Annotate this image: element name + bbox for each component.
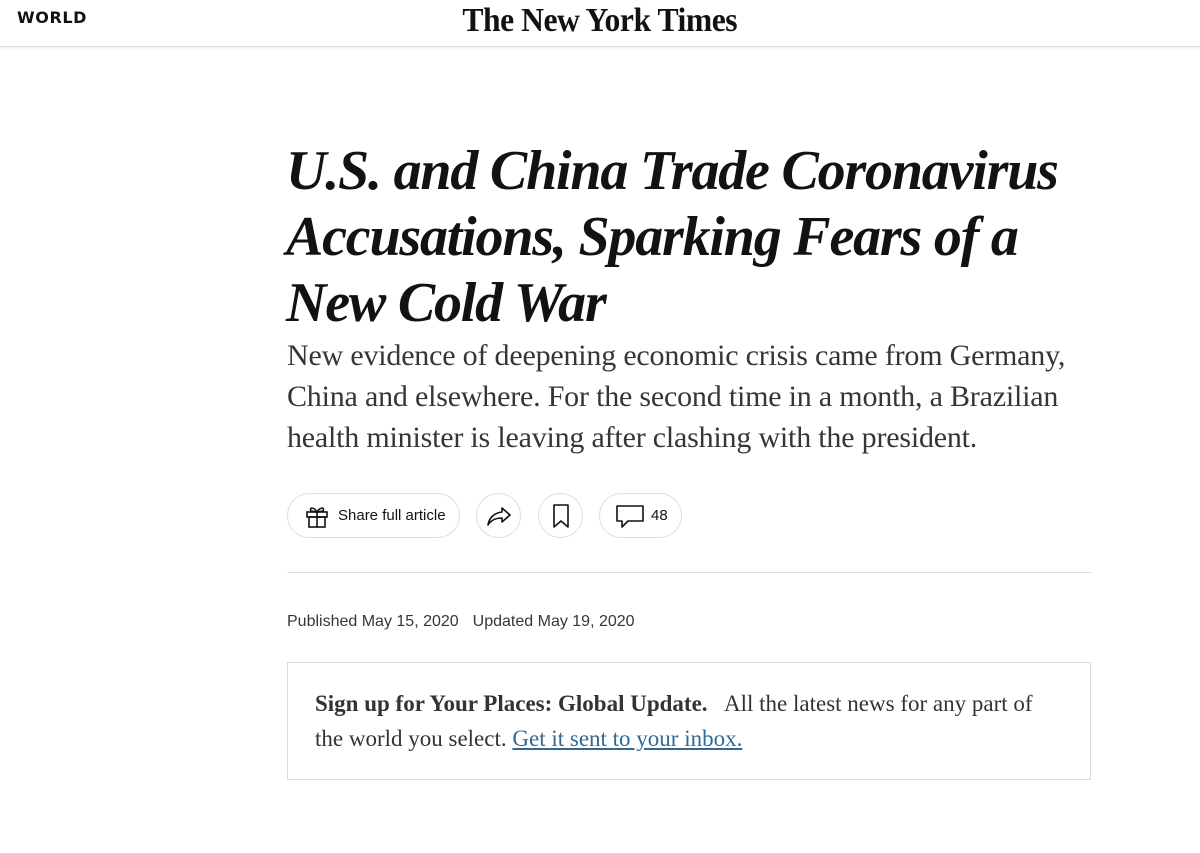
- dateline: Published May 15, 2020 Updated May 19, 20…: [287, 613, 635, 631]
- article-summary: New evidence of deepening economic crisi…: [287, 339, 1066, 454]
- comments-button[interactable]: 48: [599, 493, 682, 538]
- share-button[interactable]: [476, 493, 521, 538]
- updated-date: Updated May 19, 2020: [472, 613, 635, 630]
- newsletter-title: Sign up for Your Places: Global Update.: [315, 691, 708, 716]
- comment-icon: [615, 503, 645, 529]
- header-divider: [0, 46, 1200, 50]
- share-full-article-button[interactable]: Share full article: [287, 493, 460, 538]
- published-date: Published May 15, 2020: [287, 613, 459, 630]
- top-bar: WORLD The New York Times: [0, 0, 1200, 46]
- article-meta-divider: [287, 572, 1091, 573]
- newsletter-promo-text: Sign up for Your Places: Global Update. …: [315, 686, 1055, 756]
- article-headline: U.S. and China Trade Coronavirus Accusat…: [286, 140, 1059, 334]
- save-button[interactable]: [538, 493, 583, 538]
- newsletter-promo: Sign up for Your Places: Global Update. …: [287, 662, 1091, 780]
- bookmark-icon: [551, 503, 571, 529]
- gift-icon: [304, 503, 330, 529]
- newsletter-signup-link[interactable]: Get it sent to your inbox.: [512, 726, 742, 751]
- comment-count: 48: [651, 507, 668, 524]
- masthead-logo[interactable]: The New York Times: [0, 2, 1200, 40]
- share-full-article-label: Share full article: [338, 507, 446, 524]
- share-arrow-icon: [485, 504, 513, 528]
- masthead-logo-text[interactable]: The New York Times: [463, 2, 738, 40]
